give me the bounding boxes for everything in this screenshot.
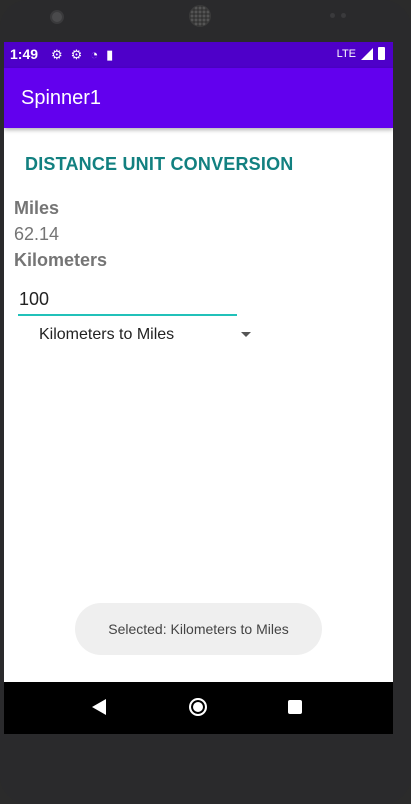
gear-icon: ⚙ [51,47,63,62]
status-bar: 1:49 ⚙ ⚙ ◔ ▮ LTE [4,42,393,68]
toast-message: Selected: Kilometers to Miles [75,603,322,655]
status-right-icons: LTE [337,47,385,60]
navigation-bar [4,682,393,734]
screen: 1:49 ⚙ ⚙ ◔ ▮ LTE Spinner1 DISTANCE UNIT … [4,42,393,734]
page-heading: DISTANCE UNIT CONVERSION [25,154,294,174]
device-top-bezel [0,0,411,42]
sd-card-icon: ▮ [106,47,114,62]
spinner-selected-value: Kilometers to Miles [39,326,175,343]
main-content: DISTANCE UNIT CONVERSION Miles 62.14 Kil… [4,128,393,682]
battery-icon [378,47,385,60]
front-camera-icon [50,10,64,24]
gear-icon: ⚙ [70,47,83,62]
dropdown-arrow-icon [241,332,251,337]
toast-text: Selected: Kilometers to Miles [108,621,289,637]
kilometers-label: Kilometers [14,250,108,270]
conversion-spinner[interactable]: Kilometers to Miles [39,322,251,348]
app-title: Spinner1 [21,87,102,109]
kilometers-input[interactable] [18,284,237,316]
device-frame: 1:49 ⚙ ⚙ ◔ ▮ LTE Spinner1 DISTANCE UNIT … [0,0,411,804]
recent-apps-icon[interactable] [288,700,302,714]
app-bar: Spinner1 [4,68,393,128]
back-icon[interactable] [92,699,106,715]
notification-icons: ⚙ ⚙ ◔ ▮ [51,47,113,63]
proximity-sensors [330,13,348,18]
network-type: LTE [336,47,356,60]
earpiece-speaker-icon [189,5,211,27]
miles-value: 62.14 [14,224,60,244]
signal-icon [361,47,373,60]
status-time: 1:49 [10,46,39,62]
home-icon[interactable] [189,698,207,716]
miles-label: Miles [14,198,60,218]
wifi-question-icon: ◔ [90,47,99,62]
